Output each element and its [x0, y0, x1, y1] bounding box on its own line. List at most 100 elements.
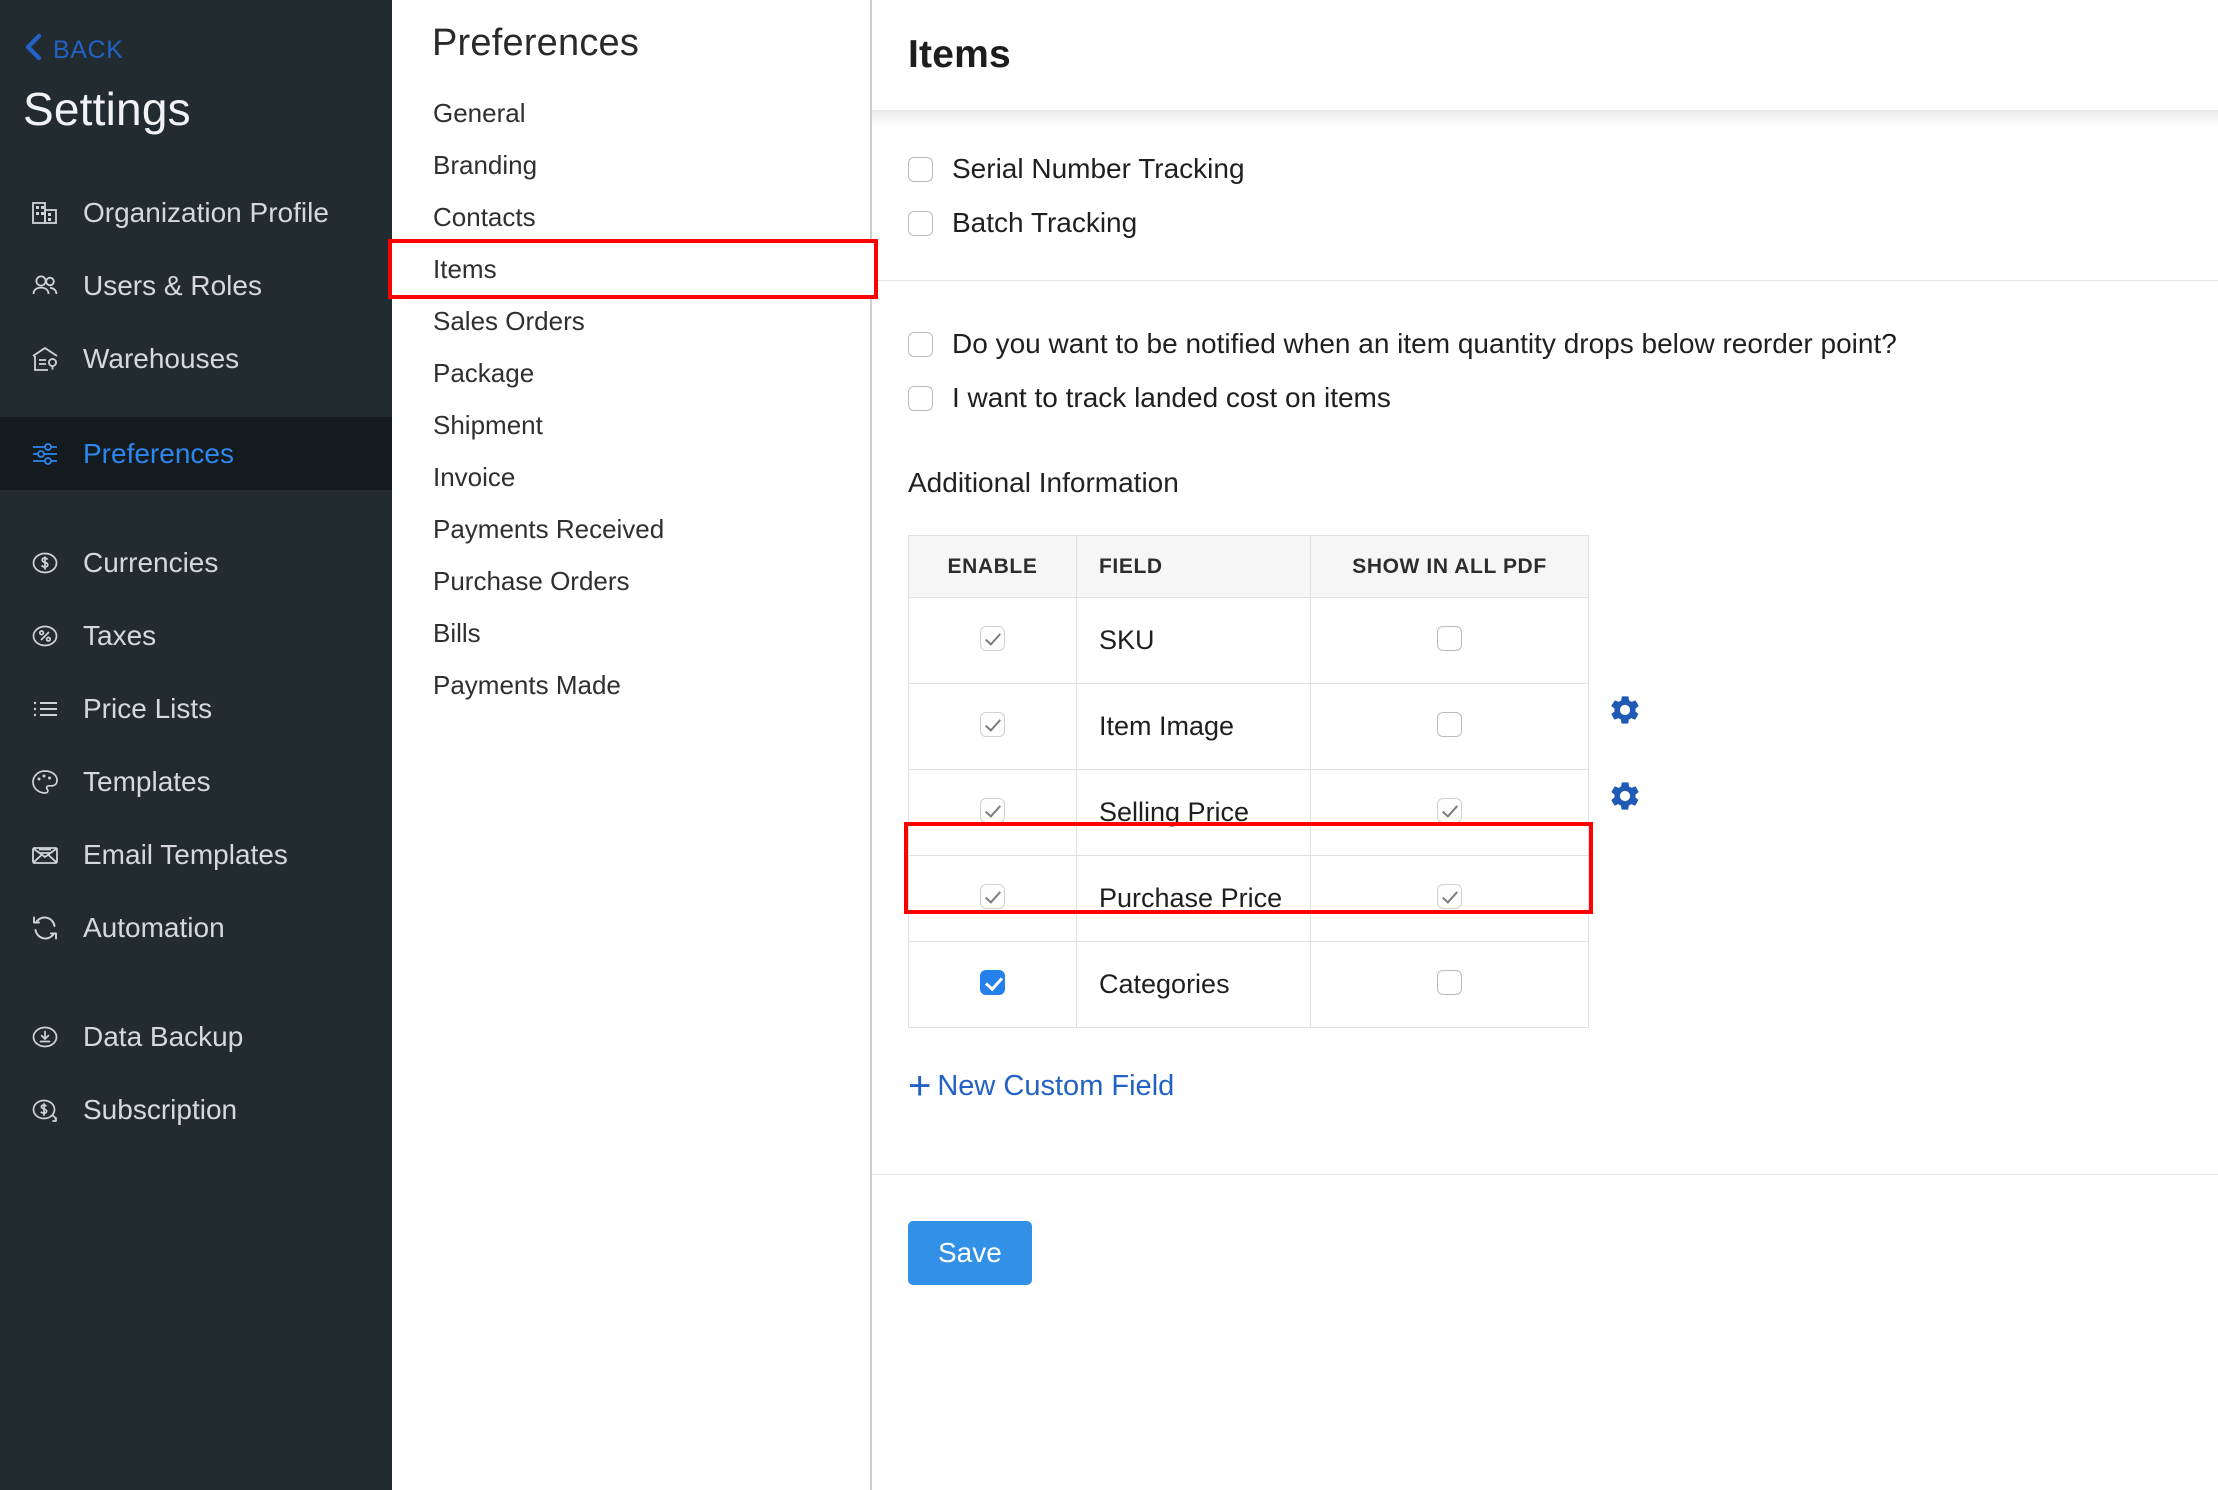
sidebar-item-preferences[interactable]: Preferences	[0, 417, 392, 490]
preferences-item-label: Items	[433, 253, 497, 284]
additional-information-table-wrap: ENABLE FIELD SHOW IN ALL PDF SKU Item Im…	[904, 535, 1639, 1028]
sidebar-item-label: Email Templates	[83, 838, 288, 870]
preferences-item-sales-orders[interactable]: Sales Orders	[392, 295, 870, 347]
show-in-pdf-checkbox-categories[interactable]	[1437, 969, 1462, 995]
show-in-pdf-checkbox-item-image[interactable]	[1437, 711, 1462, 737]
sidebar-item-subscription[interactable]: Subscription	[0, 1073, 392, 1146]
preferences-item-label: Package	[433, 357, 535, 388]
preferences-item-label: General	[433, 97, 526, 128]
save-button[interactable]: Save	[908, 1221, 1032, 1285]
sidebar-item-price-lists[interactable]: Price Lists	[0, 672, 392, 745]
sidebar-item-data-backup[interactable]: Data Backup	[0, 1000, 392, 1073]
field-cell: Selling Price	[1076, 769, 1311, 856]
preferences-list: General Branding Contacts Items Sales Or…	[388, 87, 878, 711]
items-preferences-form: Serial Number Tracking Batch Tracking Do…	[872, 142, 2218, 1285]
page-title: Items	[908, 33, 1011, 76]
batch-tracking-row[interactable]: Batch Tracking	[908, 196, 2218, 250]
palette-icon	[28, 765, 62, 799]
preferences-item-label: Branding	[433, 149, 538, 180]
new-custom-field-link[interactable]: + New Custom Field	[908, 1066, 1174, 1106]
preferences-item-general[interactable]: General	[392, 87, 870, 139]
field-cell: Categories	[1076, 941, 1311, 1028]
preferences-item-payments-made[interactable]: Payments Made	[392, 659, 870, 711]
settings-sidebar: BACK Settings Organization Profile Users…	[0, 0, 392, 1490]
new-custom-field-label: New Custom Field	[937, 1069, 1175, 1102]
show-in-pdf-cell	[1310, 769, 1589, 856]
column-header-field: FIELD	[1076, 535, 1311, 598]
landed-cost-checkbox[interactable]	[908, 385, 933, 411]
show-in-pdf-cell	[1310, 855, 1589, 942]
preferences-item-purchase-orders[interactable]: Purchase Orders	[392, 555, 870, 607]
batch-tracking-label: Batch Tracking	[952, 207, 1138, 238]
sidebar-item-email-templates[interactable]: Email Templates	[0, 818, 392, 891]
serial-number-tracking-checkbox[interactable]	[908, 156, 933, 182]
plus-icon: +	[908, 1064, 932, 1108]
reorder-notification-label: Do you want to be notified when an item …	[952, 328, 1897, 359]
serial-number-tracking-label: Serial Number Tracking	[952, 153, 1245, 184]
sidebar-item-label: Templates	[83, 765, 211, 797]
table-row: SKU	[908, 597, 1589, 684]
enable-cell	[908, 683, 1077, 770]
additional-information-table: ENABLE FIELD SHOW IN ALL PDF SKU Item Im…	[908, 535, 1589, 1028]
refresh-icon	[28, 911, 62, 945]
serial-number-tracking-row[interactable]: Serial Number Tracking	[908, 142, 2218, 196]
sidebar-item-label: Warehouses	[83, 342, 240, 374]
preferences-item-label: Purchase Orders	[433, 565, 630, 596]
batch-tracking-checkbox[interactable]	[908, 210, 933, 236]
show-in-pdf-cell	[1310, 941, 1589, 1028]
table-body: SKU Item Image Selling Price Purchase Pr…	[908, 597, 1589, 1028]
dollar-refresh-icon	[28, 1093, 62, 1127]
sidebar-item-users-roles[interactable]: Users & Roles	[0, 249, 392, 322]
footer-divider	[872, 1174, 2218, 1175]
landed-cost-row[interactable]: I want to track landed cost on items	[908, 371, 2218, 425]
sidebar-item-label: Preferences	[83, 437, 234, 469]
dollar-circle-icon	[28, 546, 62, 580]
download-circle-icon	[28, 1020, 62, 1054]
table-row: Categories	[908, 941, 1589, 1028]
sidebar-item-label: Currencies	[83, 546, 219, 578]
sidebar-group-preferences: Preferences	[0, 417, 392, 490]
preferences-item-invoice[interactable]: Invoice	[392, 451, 870, 503]
preferences-item-contacts[interactable]: Contacts	[392, 191, 870, 243]
sidebar-item-taxes[interactable]: Taxes	[0, 599, 392, 672]
preferences-item-branding[interactable]: Branding	[392, 139, 870, 191]
preferences-item-package[interactable]: Package	[392, 347, 870, 399]
gear-icon-selling-price[interactable]	[1608, 693, 1642, 727]
show-in-pdf-checkbox-purchase-price	[1437, 883, 1462, 909]
reorder-notification-checkbox[interactable]	[908, 331, 933, 357]
field-cell: Purchase Price	[1076, 855, 1311, 942]
app-root: BACK Settings Organization Profile Users…	[0, 0, 2218, 1490]
preferences-item-label: Payments Received	[433, 513, 665, 544]
envelope-icon	[28, 838, 62, 872]
preferences-item-payments-received[interactable]: Payments Received	[392, 503, 870, 555]
sidebar-item-label: Data Backup	[83, 1020, 244, 1052]
sidebar-item-automation[interactable]: Automation	[0, 891, 392, 964]
table-row: Item Image	[908, 683, 1589, 770]
back-button[interactable]: BACK	[0, 0, 392, 68]
sidebar-group-config: Currencies Taxes Price Lists Templates E…	[0, 526, 392, 964]
preferences-panel-title: Preferences	[432, 22, 640, 64]
enable-cell	[908, 597, 1077, 684]
sidebar-item-currencies[interactable]: Currencies	[0, 526, 392, 599]
preferences-item-label: Invoice	[433, 461, 516, 492]
show-in-pdf-checkbox-sku[interactable]	[1437, 625, 1462, 651]
preferences-item-items[interactable]: Items	[388, 239, 878, 299]
preferences-item-bills[interactable]: Bills	[392, 607, 870, 659]
field-cell: Item Image	[1076, 683, 1311, 770]
percent-circle-icon	[28, 619, 62, 653]
reorder-notification-row[interactable]: Do you want to be notified when an item …	[908, 317, 2218, 371]
preferences-item-shipment[interactable]: Shipment	[392, 399, 870, 451]
sidebar-group-organization: Organization Profile Users & Roles Wareh…	[0, 176, 392, 395]
main-header: Items	[872, 0, 2218, 110]
sidebar-item-warehouses[interactable]: Warehouses	[0, 322, 392, 395]
gear-icon-purchase-price[interactable]	[1608, 779, 1642, 813]
sidebar-item-organization-profile[interactable]: Organization Profile	[0, 176, 392, 249]
scroll-fade-divider	[872, 110, 2218, 126]
sidebar-item-label: Users & Roles	[83, 269, 262, 301]
sidebar-item-templates[interactable]: Templates	[0, 745, 392, 818]
field-cell: SKU	[1076, 597, 1311, 684]
list-icon	[28, 692, 62, 726]
sidebar-item-label: Taxes	[83, 619, 157, 651]
show-in-pdf-cell	[1310, 683, 1589, 770]
enable-checkbox-categories[interactable]	[980, 969, 1005, 995]
